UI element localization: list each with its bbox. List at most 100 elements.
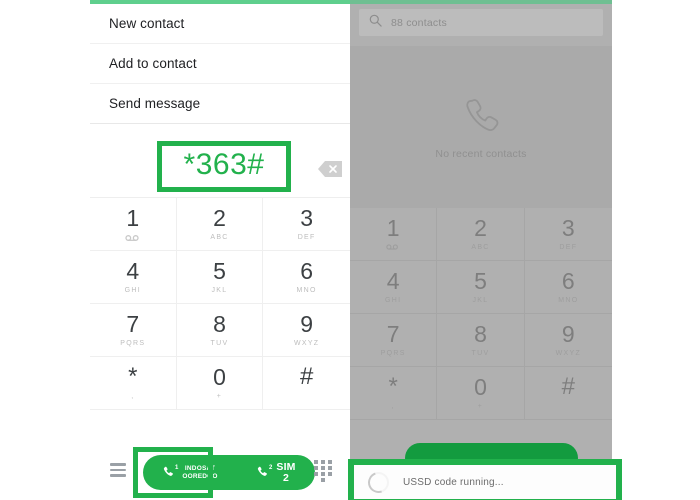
overlay-key-3[interactable]: 3 DEF xyxy=(524,208,612,261)
key-hash-digit: # xyxy=(299,363,314,390)
overlay-key-8[interactable]: 8 TUV xyxy=(437,314,525,367)
key-6-digit: 6 xyxy=(300,257,314,284)
hamburger-line xyxy=(110,463,126,466)
search-input[interactable]: 88 contacts xyxy=(391,17,447,29)
voicemail-icon xyxy=(125,234,141,242)
overlay-key-0-digit: 0 xyxy=(474,373,487,400)
key-2[interactable]: 2 ABC xyxy=(176,198,264,251)
key-star[interactable]: * , xyxy=(90,357,177,410)
key-2-letters: ABC xyxy=(210,233,229,241)
overlay-key-9-digit: 9 xyxy=(561,320,575,347)
overlay-key-8-letters: TUV xyxy=(471,349,490,357)
overlay-key-4[interactable]: 4 GHI xyxy=(350,261,438,314)
sim2-label-line1: SIM xyxy=(276,460,296,473)
number-display-row: *363# xyxy=(90,136,350,198)
overlay-key-5[interactable]: 5 JKL xyxy=(437,261,525,314)
key-1[interactable]: 1 xyxy=(90,198,177,251)
ussd-dialog-highlight-box: USSD code running... xyxy=(348,459,622,500)
action-new-contact[interactable]: New contact xyxy=(90,4,350,44)
backspace-icon[interactable] xyxy=(317,160,343,178)
dialpad[interactable]: 1 2 ABC 3 DEF 4 GHI 5 JKL 6 MNO 7 PQRS 8… xyxy=(90,198,350,410)
overlay-key-2[interactable]: 2 ABC xyxy=(437,208,525,261)
key-5-letters: JKL xyxy=(211,286,228,294)
sim2-label: SIM 2 xyxy=(276,460,296,484)
overlay-key-8-digit: 8 xyxy=(474,320,487,347)
key-0[interactable]: 0 + xyxy=(176,357,264,410)
action-new-contact-label: New contact xyxy=(109,16,185,31)
action-send-message[interactable]: Send message xyxy=(90,84,350,124)
action-add-to-contact[interactable]: Add to contact xyxy=(90,44,350,84)
overlay-key-star-sub: , xyxy=(391,403,395,410)
ussd-message: USSD code running... xyxy=(403,476,504,488)
contacts-panel-dialpad[interactable]: 1 2 ABC 3 DEF 4 GHI 5 JKL 6 MNO 7 PQRS 8… xyxy=(350,208,612,420)
hamburger-line xyxy=(110,474,126,477)
contact-action-list: New contact Add to contact Send message xyxy=(90,4,350,124)
key-3-letters: DEF xyxy=(297,233,316,241)
overlay-key-0-sub: + xyxy=(477,402,484,410)
hamburger-menu-icon[interactable] xyxy=(110,463,126,477)
recent-contacts-empty-state: No recent contacts xyxy=(350,46,612,208)
phone-handset-icon: 2 xyxy=(256,465,273,479)
key-hash[interactable]: # xyxy=(263,357,350,410)
key-6[interactable]: 6 MNO xyxy=(263,251,350,304)
key-1-digit: 1 xyxy=(126,204,140,231)
overlay-key-hash[interactable]: # xyxy=(524,367,612,420)
dialed-number[interactable]: *363# xyxy=(184,149,265,181)
key-0-digit: 0 xyxy=(213,363,226,390)
overlay-key-5-digit: 5 xyxy=(474,267,487,294)
overlay-key-7[interactable]: 7 PQRS xyxy=(350,314,438,367)
key-5-digit: 5 xyxy=(213,257,226,284)
contacts-search-bar[interactable]: 88 contacts xyxy=(359,9,603,36)
overlay-key-4-letters: GHI xyxy=(384,296,402,304)
sim2-superscript: 2 xyxy=(269,465,273,471)
call-button-sim2[interactable]: 2 SIM 2 xyxy=(237,455,315,490)
dialer-action-bar: 1 INDOSAT OOREDOO 2 SIM 2 xyxy=(90,444,350,500)
key-0-sub: + xyxy=(216,392,223,400)
screenshot-root: New contact Add to contact Send message … xyxy=(0,0,700,500)
key-8[interactable]: 8 TUV xyxy=(176,304,264,357)
overlay-key-6-digit: 6 xyxy=(561,267,575,294)
key-7-letters: PQRS xyxy=(120,339,146,347)
overlay-key-hash-digit: # xyxy=(561,373,575,400)
overlay-key-1-digit: 1 xyxy=(386,214,400,241)
key-8-digit: 8 xyxy=(213,310,226,337)
overlay-key-5-letters: JKL xyxy=(472,296,489,304)
loading-spinner-icon xyxy=(364,468,393,496)
key-7-digit: 7 xyxy=(126,310,140,337)
overlay-key-7-letters: PQRS xyxy=(380,349,406,357)
key-9-letters: WXYZ xyxy=(293,339,320,347)
key-9[interactable]: 9 WXYZ xyxy=(263,304,350,357)
sim1-highlight-box xyxy=(133,447,213,498)
action-add-to-contact-label: Add to contact xyxy=(109,56,197,71)
overlay-top-accent-strip xyxy=(350,0,612,4)
key-4[interactable]: 4 GHI xyxy=(90,251,177,304)
overlay-key-9[interactable]: 9 WXYZ xyxy=(524,314,612,367)
dialpad-grid-icon[interactable] xyxy=(314,460,332,482)
key-5[interactable]: 5 JKL xyxy=(176,251,264,304)
overlay-key-3-letters: DEF xyxy=(559,243,578,251)
phone-handset-outline-icon xyxy=(462,95,500,138)
search-icon xyxy=(369,14,382,32)
overlay-key-star[interactable]: * , xyxy=(350,367,438,420)
overlay-voicemail-icon xyxy=(386,243,400,252)
key-7[interactable]: 7 PQRS xyxy=(90,304,177,357)
key-3[interactable]: 3 DEF xyxy=(263,198,350,251)
overlay-key-6[interactable]: 6 MNO xyxy=(524,261,612,314)
sim2-label-line2: 2 xyxy=(282,471,290,484)
overlay-key-0[interactable]: 0 + xyxy=(437,367,525,420)
ussd-dialog: USSD code running... xyxy=(354,465,616,499)
overlay-key-2-digit: 2 xyxy=(474,214,487,241)
overlay-key-7-digit: 7 xyxy=(386,320,400,347)
no-recent-contacts-label: No recent contacts xyxy=(435,147,527,160)
overlay-key-6-letters: MNO xyxy=(558,296,579,304)
hamburger-line xyxy=(110,468,126,471)
key-2-digit: 2 xyxy=(213,204,226,231)
key-star-digit: * xyxy=(128,363,138,390)
key-3-digit: 3 xyxy=(300,204,314,231)
action-send-message-label: Send message xyxy=(109,96,201,111)
overlay-key-1[interactable]: 1 xyxy=(350,208,438,261)
overlay-key-4-digit: 4 xyxy=(386,267,400,294)
number-highlight-box: *363# xyxy=(156,141,292,192)
overlay-key-2-letters: ABC xyxy=(471,243,490,251)
key-4-digit: 4 xyxy=(126,257,140,284)
